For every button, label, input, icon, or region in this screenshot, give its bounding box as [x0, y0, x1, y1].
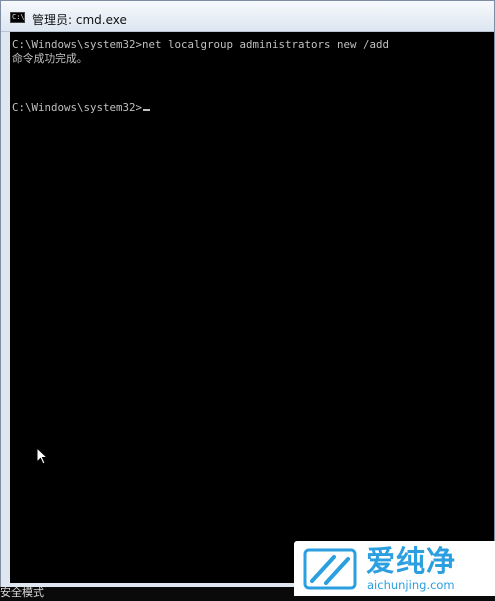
console-line-prompt: C:\Windows\system32>	[12, 101, 151, 115]
console-icon-label: C:\	[12, 13, 25, 21]
console-area[interactable]: C:\Windows\system32>net localgroup admin…	[10, 32, 494, 583]
safe-mode-label: 安全模式	[0, 586, 44, 599]
prompt-text: C:\Windows\system32>	[12, 101, 143, 114]
console-line-command: C:\Windows\system32>net localgroup admin…	[12, 38, 390, 51]
cmd-window: C:\ 管理员: cmd.exe C:\Windows\system32>net…	[0, 0, 495, 588]
text-cursor	[143, 109, 151, 111]
window-title: 管理员: cmd.exe	[32, 13, 127, 27]
watermark: 爱纯净 aichunjing.com	[294, 541, 495, 596]
watermark-name: 爱纯净	[366, 544, 457, 578]
console-line-result: 命令成功完成。	[12, 52, 88, 65]
brand-logo-icon	[303, 548, 357, 590]
mouse-pointer-icon	[36, 447, 48, 465]
console-icon[interactable]: C:\	[10, 12, 25, 23]
title-bar[interactable]: C:\ 管理员: cmd.exe	[1, 1, 494, 32]
watermark-url: aichunjing.com	[367, 578, 455, 592]
